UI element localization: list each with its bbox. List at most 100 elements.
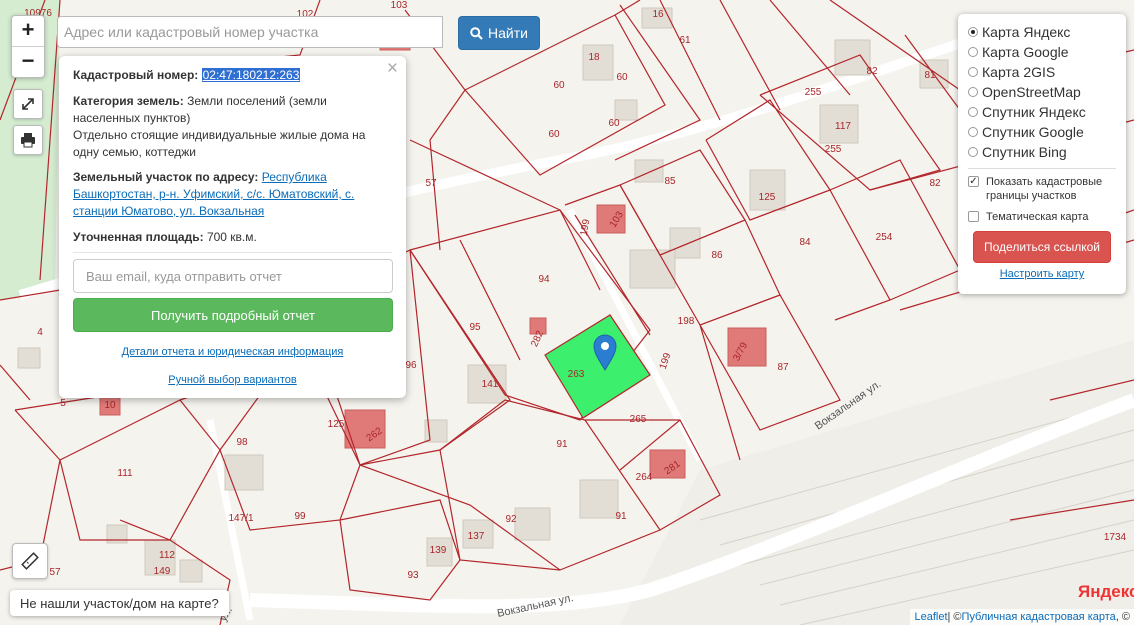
layer-option-label: OpenStreetMap <box>982 84 1081 100</box>
layer-option[interactable]: Спутник Google <box>968 122 1116 142</box>
get-report-button[interactable]: Получить подробный отчет <box>73 298 393 332</box>
plot-number: 91 <box>615 511 627 522</box>
usage-value: Отдельно стоящие индивидуальные жилые до… <box>73 128 366 159</box>
layer-option-label: Карта Яндекс <box>982 24 1071 40</box>
radio-button[interactable] <box>968 107 978 117</box>
attrib-tail: , © <box>1115 611 1130 623</box>
search-icon <box>470 26 483 40</box>
plot-number: 125 <box>328 419 345 430</box>
plot-number: 149 <box>154 566 171 577</box>
plot-number: 141 <box>482 379 499 390</box>
measure-button[interactable] <box>12 543 48 579</box>
plot-number: 87 <box>777 362 789 373</box>
area-value: 700 кв.м. <box>206 230 257 244</box>
layer-option-label: Спутник Google <box>982 124 1084 140</box>
layer-option[interactable]: Спутник Bing <box>968 142 1116 162</box>
plot-number: 98 <box>236 437 248 448</box>
cad-number-link[interactable]: 02:47:180212:263 <box>201 68 301 82</box>
layer-option[interactable]: Карта Google <box>968 42 1116 62</box>
plot-number: 82 <box>866 66 878 77</box>
plot-number: 137 <box>468 531 485 542</box>
email-field[interactable] <box>73 259 393 293</box>
plot-number: 264 <box>636 472 653 483</box>
layer-option-label: Карта Google <box>982 44 1069 60</box>
thematic-map-option[interactable]: Тематическая карта <box>968 210 1116 224</box>
plot-number: 85 <box>664 176 676 187</box>
radio-button[interactable] <box>968 27 978 37</box>
layer-option[interactable]: OpenStreetMap <box>968 82 1116 102</box>
expand-icon <box>22 98 34 110</box>
layer-option-label: Карта 2GIS <box>982 64 1056 80</box>
plot-number: 1734 <box>1104 532 1127 543</box>
plot-number: 81 <box>924 70 936 81</box>
plot-number: 16 <box>652 9 664 20</box>
plot-number: 96 <box>405 360 417 371</box>
cad-number-label: Кадастровый номер: <box>73 68 199 82</box>
plot-number: 93 <box>407 570 419 581</box>
plot-number: 92 <box>505 514 517 525</box>
radio-button[interactable] <box>968 67 978 77</box>
thematic-checkbox[interactable] <box>968 211 979 222</box>
zoom-in-button[interactable]: + <box>12 16 44 46</box>
search-button[interactable]: Найти <box>458 16 540 50</box>
leaflet-link[interactable]: Leaflet <box>914 611 947 623</box>
close-icon[interactable]: × <box>387 59 398 78</box>
cadastral-boundaries-option[interactable]: ✓ Показать кадастровые границы участков <box>968 175 1116 203</box>
setup-map-link[interactable]: Настроить карту <box>968 268 1116 280</box>
plot-number: 4 <box>37 327 43 338</box>
plot-number: 255 <box>825 144 842 155</box>
address-label: Земельный участок по адресу: <box>73 170 259 184</box>
plot-number: 112 <box>159 550 175 561</box>
thematic-label: Тематическая карта <box>986 211 1089 223</box>
plot-number: 99 <box>294 511 306 522</box>
plot-number: 103 <box>391 0 408 11</box>
pkk-link[interactable]: Публичная кадастровая карта <box>962 611 1116 623</box>
plot-number: 117 <box>835 121 851 132</box>
parcel-info-popup: × Кадастровый номер: 02:47:180212:263 Ка… <box>59 56 406 398</box>
share-link-button[interactable]: Поделиться ссылкой <box>973 231 1111 263</box>
cadastral-checkbox[interactable]: ✓ <box>968 176 979 187</box>
layers-panel: Карта Яндекс Карта Google Карта 2GIS OpenSt… <box>958 14 1126 294</box>
plot-number: 57 <box>49 567 61 578</box>
plot-number: 5 <box>60 398 66 409</box>
zoom-control: + − <box>11 15 45 78</box>
layer-option[interactable]: Спутник Яндекс <box>968 102 1116 122</box>
plot-number: 255 <box>805 87 822 98</box>
attrib-separator: | © <box>947 611 962 623</box>
manual-choice-link[interactable]: Ручной выбор вариантов <box>168 374 296 386</box>
radio-button[interactable] <box>968 127 978 137</box>
zoom-out-button[interactable]: − <box>12 46 44 77</box>
fullscreen-button[interactable] <box>13 89 43 119</box>
plot-number: 198 <box>678 316 695 327</box>
plot-number: 60 <box>553 80 565 91</box>
plot-number: 139 <box>430 545 447 556</box>
radio-button[interactable] <box>968 147 978 157</box>
plot-number: 94 <box>538 274 550 285</box>
plot-number: 18 <box>588 52 600 63</box>
report-details-link[interactable]: Детали отчета и юридическая информация <box>122 346 344 358</box>
plot-number: 86 <box>711 250 723 261</box>
layer-option[interactable]: Карта Яндекс <box>968 22 1116 42</box>
plot-number: 60 <box>608 118 620 129</box>
layer-option-label: Спутник Яндекс <box>982 104 1086 120</box>
area-label: Уточненная площадь: <box>73 230 204 244</box>
plot-number: 111 <box>117 468 133 479</box>
plot-number: 254 <box>876 232 893 243</box>
plot-number: 84 <box>799 237 811 248</box>
search-input[interactable] <box>57 16 443 48</box>
not-found-button[interactable]: Не нашли участок/дом на карте? <box>10 590 229 616</box>
category-label: Категория земель: <box>73 94 184 108</box>
plot-number: 57 <box>425 178 437 189</box>
radio-button[interactable] <box>968 87 978 97</box>
plot-number: 125 <box>759 192 776 203</box>
cadastral-label: Показать кадастровые границы участков <box>986 176 1103 202</box>
plot-number: 60 <box>548 129 560 140</box>
print-button[interactable] <box>13 125 43 155</box>
map-attribution: Leaflet | © Публичная кадастровая карта … <box>910 609 1134 625</box>
yandex-logo: Яндекс <box>1078 582 1134 601</box>
radio-button[interactable] <box>968 47 978 57</box>
plot-number: 60 <box>616 72 628 83</box>
plot-number: 95 <box>469 322 481 333</box>
layer-option[interactable]: Карта 2GIS <box>968 62 1116 82</box>
ruler-icon <box>21 552 39 570</box>
